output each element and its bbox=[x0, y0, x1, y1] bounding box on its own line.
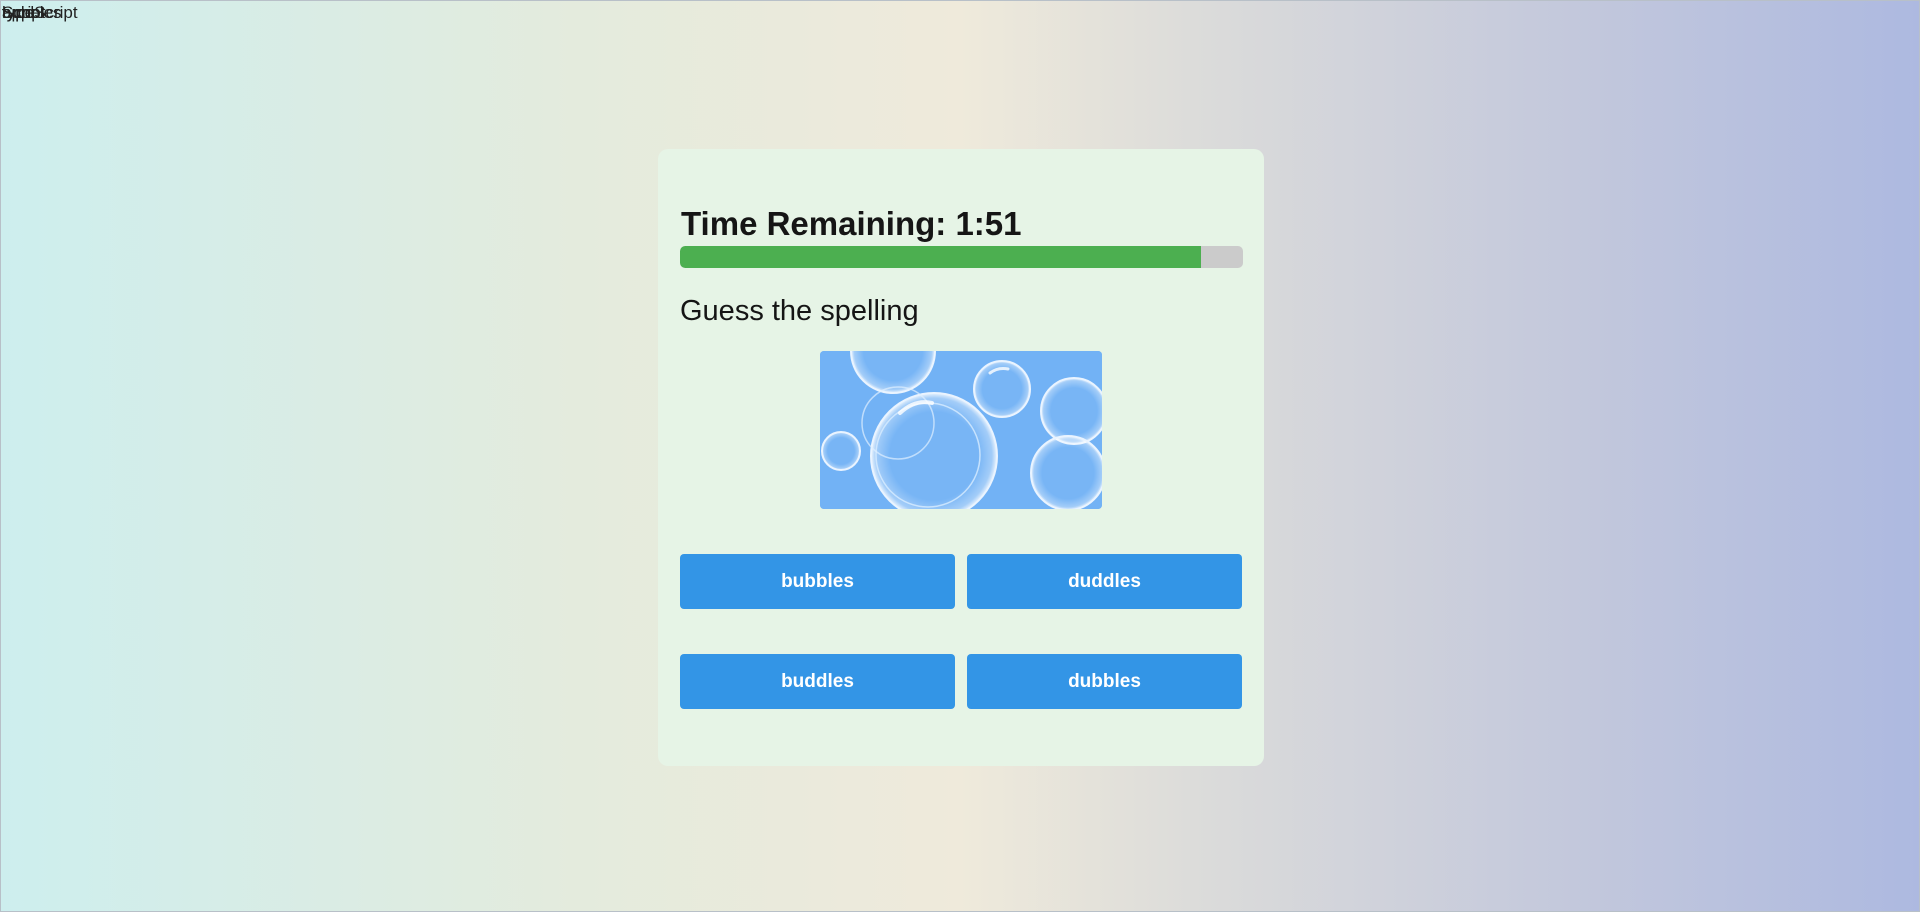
answer-button-bubbles[interactable]: bubbles bbox=[680, 554, 955, 609]
time-progress-bar bbox=[680, 246, 1243, 268]
time-progress-fill bbox=[680, 246, 1201, 268]
answer-button-dubbles[interactable]: dubbles bbox=[967, 654, 1242, 709]
time-remaining-label: Time Remaining: 1:51 bbox=[681, 205, 1022, 242]
game-card: Time Remaining: 1:51 Guess the spelling bbox=[658, 149, 1264, 766]
bubbles-image bbox=[820, 351, 1102, 509]
question-prompt: Guess the spelling bbox=[680, 295, 919, 327]
overlay-text-layer: appe bbox=[2, 3, 40, 22]
answer-button-duddles[interactable]: duddles bbox=[967, 554, 1242, 609]
answer-button-buddles[interactable]: buddles bbox=[680, 654, 955, 709]
